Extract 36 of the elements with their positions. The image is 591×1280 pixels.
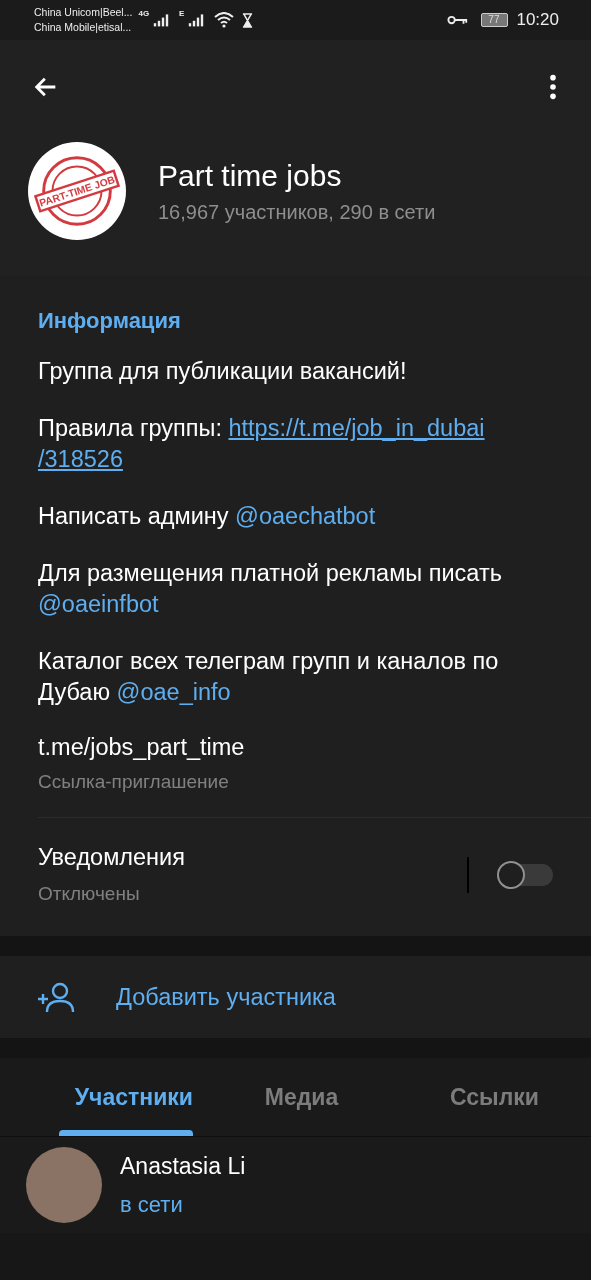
invite-caption: Ссылка-приглашение bbox=[38, 771, 230, 793]
network-type: E bbox=[179, 9, 185, 18]
clock: 10:20 bbox=[516, 10, 559, 30]
carrier-name: China Mobile|etisal... bbox=[34, 20, 133, 35]
description-paragraph: Для размещения платной рекламы писать @oaeinfbot bbox=[38, 559, 503, 619]
add-member-button[interactable]: Добавить участника bbox=[0, 956, 591, 1038]
signal-icon bbox=[188, 13, 205, 27]
key-icon bbox=[447, 14, 470, 26]
notifications-label: Уведомления bbox=[38, 844, 186, 871]
notifications-status: Отключены bbox=[38, 883, 141, 905]
mention-link[interactable]: @oae_info bbox=[116, 679, 231, 705]
network-type: 4G bbox=[138, 9, 150, 18]
wifi-icon bbox=[214, 12, 235, 28]
invite-link[interactable]: t.me/jobs_part_time bbox=[38, 734, 591, 761]
description-paragraph: Правила группы: https://t.me/job_in_dubai /318526 bbox=[38, 414, 486, 474]
section-heading: Информация bbox=[38, 308, 182, 334]
add-person-icon bbox=[36, 981, 76, 1013]
member-status: в сети bbox=[120, 1191, 184, 1218]
notifications-toggle[interactable] bbox=[499, 863, 553, 886]
mention-link[interactable]: @oaeinfbot bbox=[38, 591, 159, 617]
link[interactable]: /318526 bbox=[38, 446, 123, 472]
member-name[interactable]: Anastasia Li bbox=[120, 1152, 246, 1180]
description-paragraph: Написать админу @oaechatbot bbox=[38, 502, 377, 531]
tab[interactable]: Медиа bbox=[205, 1058, 398, 1136]
tab[interactable]: Участники bbox=[0, 1058, 205, 1136]
carrier-name: China Unicom|Beel... bbox=[34, 5, 133, 20]
signal-icon bbox=[153, 13, 170, 27]
tab[interactable]: Ссылки bbox=[398, 1058, 591, 1136]
member-count: 16,967 участников, 290 в сети bbox=[158, 200, 436, 224]
link[interactable]: https://t.me/job_in_dubai bbox=[228, 415, 485, 441]
description-paragraph: Группа для публикации вакансий! bbox=[38, 357, 408, 386]
battery-indicator: 77 bbox=[481, 13, 509, 27]
mention-link[interactable]: @oaechatbot bbox=[235, 503, 376, 529]
group-title: Part time jobs bbox=[158, 158, 343, 193]
hourglass-icon bbox=[242, 12, 254, 28]
description-paragraph: Каталог всех телеграм групп и каналов по Дубаю @oae_info bbox=[38, 647, 500, 707]
